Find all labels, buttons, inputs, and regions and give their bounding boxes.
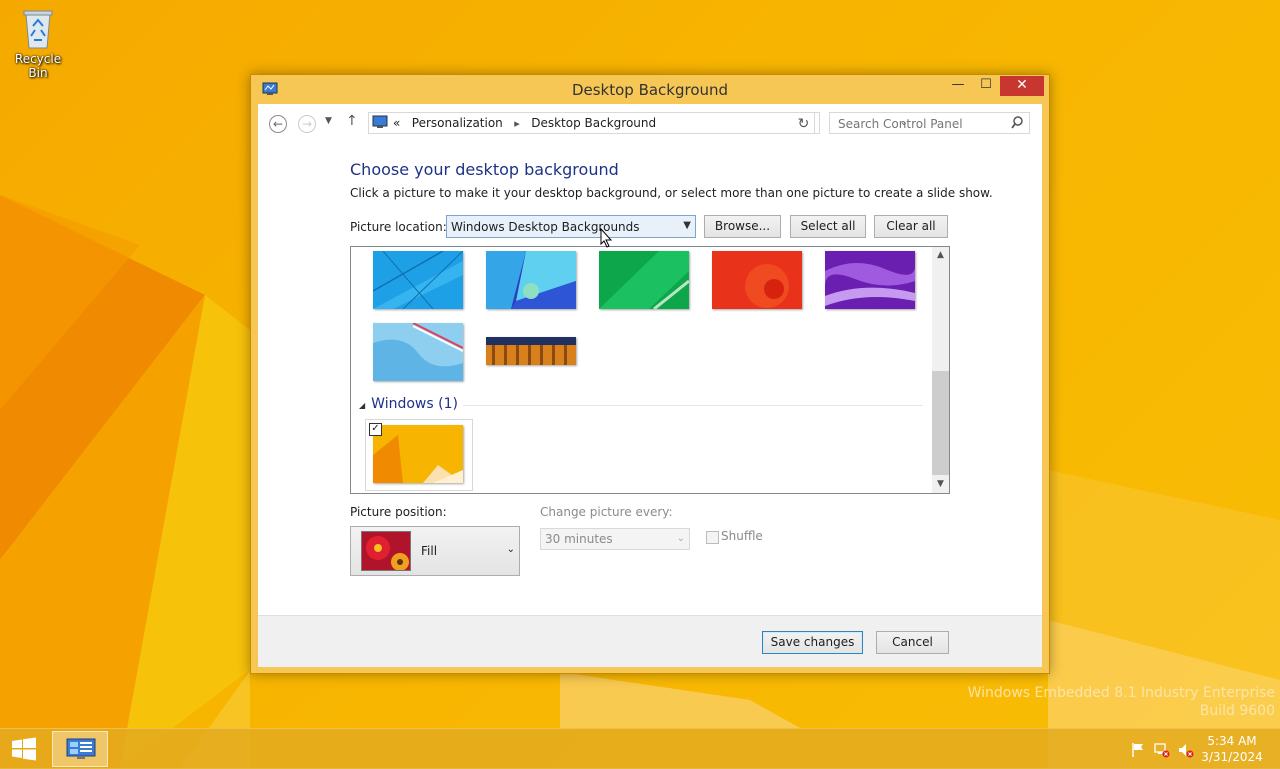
chevron-down-icon: ⌄ (676, 533, 685, 544)
recycle-bin[interactable]: Recycle Bin (4, 6, 72, 80)
picture-list[interactable]: ◢ Windows (1) ✓ ▲ ▼ (350, 246, 950, 494)
group-divider (463, 405, 923, 406)
wallpaper-thumbnail-selected[interactable] (373, 425, 463, 483)
browse-button[interactable]: Browse... (704, 215, 781, 238)
change-picture-label: Change picture every: (540, 505, 673, 519)
system-clock[interactable]: 5:34 AM 3/31/2024 (1196, 733, 1268, 765)
address-bar[interactable]: « Personalization ▸ Desktop Background ⌄ (368, 112, 908, 134)
control-panel-icon (66, 738, 96, 759)
picture-position-label: Picture position: (350, 505, 447, 519)
refresh-button[interactable]: ↻ (793, 112, 815, 134)
shuffle-label: Shuffle (721, 529, 763, 543)
chevron-down-icon: ⌄ (506, 544, 515, 555)
change-interval-select[interactable]: 30 minutes ⌄ (540, 528, 690, 550)
picture-location-select[interactable]: Windows Desktop Backgrounds ▼ (446, 215, 696, 238)
wallpaper-thumbnail[interactable] (486, 251, 576, 309)
wallpaper-thumbnail[interactable] (373, 251, 463, 309)
page-description: Click a picture to make it your desktop … (350, 186, 993, 200)
picture-position-select[interactable]: Fill ⌄ (350, 526, 520, 576)
recent-locations-button[interactable]: ▼ (325, 116, 332, 126)
wallpaper-thumbnail[interactable] (373, 323, 463, 381)
picture-position-value: Fill (421, 544, 438, 558)
clear-all-button[interactable]: Clear all (874, 215, 948, 238)
clock-date: 3/31/2024 (1201, 750, 1263, 764)
search-icon[interactable] (1011, 116, 1023, 130)
vertical-scrollbar[interactable]: ▲ ▼ (932, 247, 949, 493)
clock-time: 5:34 AM (1207, 734, 1257, 748)
scrollbar-thumb[interactable] (932, 371, 949, 475)
close-button[interactable]: ✕ (1000, 76, 1044, 96)
select-all-button[interactable]: Select all (790, 215, 866, 238)
network-icon[interactable] (1154, 742, 1170, 758)
edition-watermark: Windows Embedded 8.1 Industry Enterprise… (968, 684, 1275, 720)
search-input[interactable] (836, 114, 1010, 134)
maximize-button[interactable]: ☐ (972, 76, 1000, 96)
edition-name: Windows Embedded 8.1 Industry Enterprise (967, 685, 1275, 701)
breadcrumb-overflow[interactable]: « (393, 116, 400, 130)
chevron-down-icon: ▼ (683, 220, 691, 231)
save-changes-button[interactable]: Save changes (762, 631, 863, 654)
dialog-footer: Save changes Cancel (258, 615, 1042, 667)
start-button[interactable] (10, 737, 38, 761)
recycle-bin-label: Recycle Bin (14, 52, 62, 80)
shuffle-checkbox[interactable] (706, 531, 719, 544)
search-box[interactable] (829, 112, 1030, 134)
breadcrumb-personalization[interactable]: Personalization (412, 116, 503, 130)
up-button[interactable]: ↑ (346, 113, 358, 129)
scroll-down-button[interactable]: ▼ (932, 476, 949, 493)
taskbar: 5:34 AM 3/31/2024 (0, 728, 1280, 769)
breadcrumb-desktop-background[interactable]: Desktop Background (531, 116, 656, 130)
change-interval-value: 30 minutes (545, 532, 613, 546)
wallpaper-thumbnail[interactable] (486, 337, 576, 365)
breadcrumb-separator[interactable]: ▸ (514, 117, 520, 130)
edition-build: Build 9600 (1199, 703, 1275, 719)
desktop-background-window: Desktop Background — ☐ ✕ ← → ▼ ↑ « Perso… (250, 74, 1050, 674)
window-content: ← → ▼ ↑ « Personalization ▸ Desktop Back… (258, 104, 1042, 667)
volume-muted-icon[interactable] (1178, 742, 1194, 758)
selection-checkbox[interactable]: ✓ (369, 423, 382, 436)
forward-button[interactable]: → (298, 115, 316, 133)
collapse-triangle-icon[interactable]: ◢ (359, 401, 365, 410)
page-title: Choose your desktop background (350, 160, 619, 179)
breadcrumb: « Personalization ▸ Desktop Background (393, 116, 656, 130)
control-panel-icon (372, 115, 388, 129)
wallpaper-thumbnail[interactable] (599, 251, 689, 309)
position-preview-image (361, 531, 411, 571)
scroll-up-button[interactable]: ▲ (932, 247, 949, 264)
window-title: Desktop Background (571, 81, 729, 99)
mouse-cursor-icon (600, 228, 612, 248)
wallpaper-thumbnail[interactable] (712, 251, 802, 309)
windows-logo-icon (12, 737, 36, 761)
title-bar[interactable]: Desktop Background — ☐ ✕ (251, 75, 1049, 103)
wallpaper-thumbnail[interactable] (825, 251, 915, 309)
minimize-button[interactable]: — (944, 76, 972, 96)
recycle-bin-icon (21, 6, 55, 50)
cancel-button[interactable]: Cancel (876, 631, 949, 654)
group-header-windows[interactable]: ◢ Windows (1) (359, 396, 458, 412)
back-button[interactable]: ← (269, 115, 287, 133)
taskbar-control-panel[interactable] (52, 731, 108, 767)
picture-location-label: Picture location: (350, 220, 447, 234)
flag-icon[interactable] (1130, 742, 1146, 758)
group-title: Windows (1) (371, 396, 458, 412)
